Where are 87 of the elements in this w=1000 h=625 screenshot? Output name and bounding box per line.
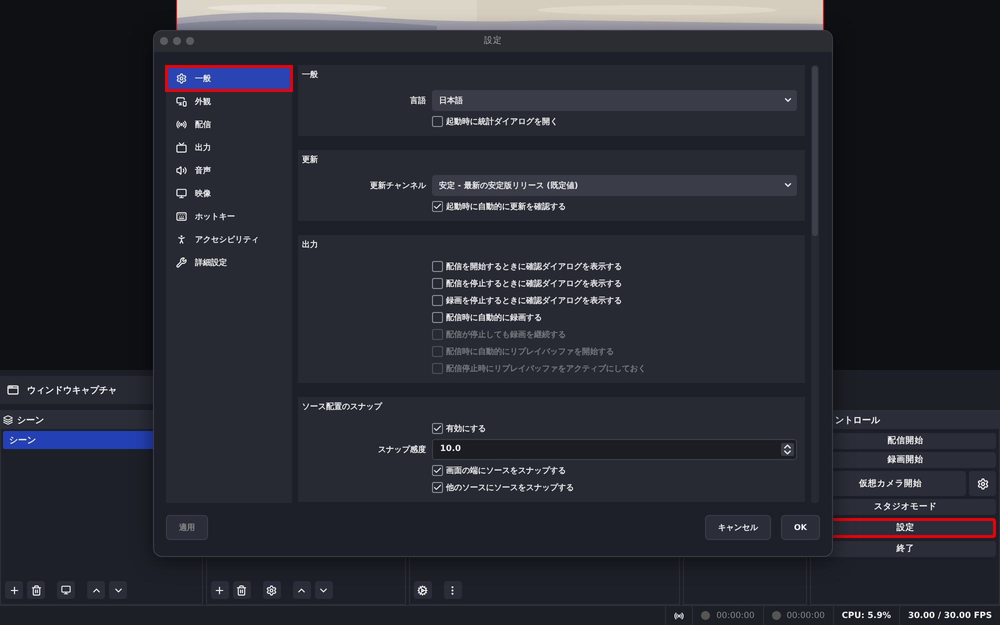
add-button[interactable] (5, 581, 23, 599)
checkbox-label: 配信時に自動的にリプレイバッファを開始する (446, 346, 614, 357)
signal-icon (674, 610, 684, 620)
stream-time: 00:00:00 (716, 610, 755, 620)
checkbox-label: 配信を停止するときに確認ダイアログを表示する (446, 278, 622, 289)
source-name: ウィンドウキャプチャ (27, 384, 117, 396)
sidebar-item[interactable]: アクセシビリティ (168, 228, 290, 250)
checkbox[interactable] (432, 294, 443, 306)
sidebar-icon (176, 234, 187, 245)
settings-button[interactable] (262, 581, 281, 599)
checkbox-label: 配信時に自動的に録画する (446, 312, 542, 323)
move-up-button[interactable] (87, 581, 105, 599)
field-label: スナップ感度 (377, 444, 426, 455)
more-button[interactable] (444, 581, 462, 599)
sidebar-item[interactable]: 一般 (168, 68, 290, 89)
scenes-icon (3, 415, 13, 425)
field-label: 言語 (409, 94, 426, 106)
settings-icon (976, 478, 988, 490)
cpu-usage: CPU: 5.9% (842, 610, 892, 620)
checkbox[interactable] (432, 482, 443, 493)
plus-icon (214, 584, 226, 596)
number-field[interactable]: 10.0 (432, 438, 797, 460)
gears-icon (417, 584, 428, 596)
sidebar-item[interactable]: 外観 (168, 90, 290, 112)
stepper-icon (781, 442, 794, 456)
plus-icon (8, 584, 20, 596)
sidebar-icon (176, 164, 187, 176)
add-button[interactable] (210, 581, 229, 599)
dropdown[interactable]: 日本語 (432, 90, 797, 111)
checkbox[interactable] (432, 312, 443, 323)
checkbox[interactable] (432, 260, 443, 272)
checkbox[interactable] (432, 422, 443, 434)
checkbox-label: 起動時に自動的に更新を確認する (446, 200, 566, 212)
checkbox-label: 他のソースにソースをスナップする (446, 482, 574, 493)
sidebar-icon (176, 210, 187, 222)
panel-title: ントロール (835, 414, 880, 426)
checkbox[interactable] (432, 200, 443, 212)
field-label: 更新チャンネル (369, 180, 426, 191)
trash-icon (236, 584, 248, 596)
window-title: 設定 (484, 35, 502, 48)
delete-button[interactable] (232, 581, 251, 599)
move-down-button[interactable] (109, 581, 127, 599)
window-icon (7, 384, 19, 396)
checkbox[interactable] (432, 116, 443, 127)
delete-button[interactable] (27, 581, 45, 599)
record-indicator (772, 611, 781, 620)
sidebar-item[interactable]: 音声 (168, 160, 290, 181)
move-up-button[interactable] (292, 581, 311, 599)
ok-button[interactable]: OK (781, 515, 820, 540)
stream-indicator (701, 611, 710, 620)
settings-button[interactable] (969, 471, 996, 496)
sidebar-item[interactable]: 詳細設定 (168, 252, 290, 273)
checkbox-label: 録画を停止するときに確認ダイアログを表示する (446, 294, 622, 306)
sidebar-icon (176, 142, 187, 153)
fps-reading: 30.00 / 30.00 FPS (908, 610, 992, 620)
panel-title: シーン (17, 414, 44, 426)
sidebar-icon (176, 118, 187, 130)
screen-icon (61, 585, 71, 595)
dropdown[interactable]: 安定 - 最新の安定版リリース (既定値) (432, 174, 797, 196)
sidebar-item[interactable]: 映像 (168, 182, 290, 204)
section-title: 一般 (302, 68, 319, 80)
move-down-button[interactable] (314, 581, 333, 599)
checkbox-label: 起動時に統計ダイアログを開く (446, 116, 558, 127)
section-title: 更新 (302, 154, 319, 165)
settings-icon (266, 584, 278, 596)
section-title: ソース配置のスナップ (302, 400, 384, 412)
checkbox-label: 有効にする (446, 422, 486, 434)
sidebar-item[interactable]: ホットキー (168, 206, 290, 227)
record-time: 00:00:00 (786, 610, 825, 620)
checkbox-label: 配信が停止しても録画を継続する (446, 328, 566, 340)
checkbox-label: 配信停止時にリプレイバッファをアクティブにしておく (446, 362, 646, 374)
sidebar-icon (176, 72, 187, 84)
trash-icon (30, 584, 42, 596)
checkbox[interactable] (432, 464, 443, 476)
sidebar-icon (176, 188, 187, 199)
advanced-audio-button[interactable] (414, 581, 432, 599)
scrollbar-thumb[interactable] (812, 66, 818, 236)
sidebar-item[interactable]: 出力 (168, 136, 290, 158)
checkbox[interactable] (432, 278, 443, 289)
checkbox-label: 配信を開始するときに確認ダイアログを表示する (446, 260, 622, 272)
filter-button[interactable] (57, 581, 75, 599)
sidebar-item[interactable]: 配信 (168, 114, 290, 135)
cancel-button[interactable]: キャンセル (705, 515, 771, 540)
sidebar-icon (176, 96, 187, 107)
sidebar-icon (176, 256, 187, 268)
section-title: 出力 (302, 238, 319, 250)
checkbox-label: 画面の端にソースをスナップする (446, 464, 566, 476)
